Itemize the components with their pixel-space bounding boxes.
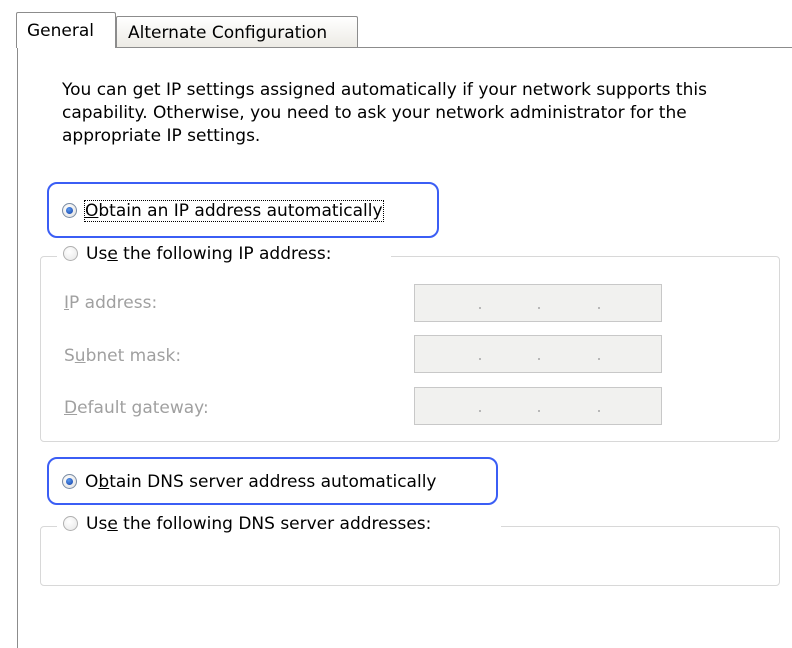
ip-address-field[interactable] [414,284,662,322]
octet-separator [479,358,481,360]
obtain-ip-automatically-label: Obtain an IP address automatically [84,200,384,222]
octet-separator [538,358,540,360]
octet-separator [598,307,600,309]
obtain-dns-automatically-label: Obtain DNS server address automatically [85,472,437,492]
radio-button-unchecked [63,516,78,531]
use-following-ip-label: Use the following IP address: [86,244,332,264]
use-following-dns-radio[interactable]: Use the following DNS server addresses: [57,514,501,538]
default-gateway-label: Default gateway: [64,398,209,418]
intro-text: You can get IP settings assigned automat… [62,80,707,146]
radio-button-unchecked [63,246,78,261]
default-gateway-field[interactable] [414,387,662,425]
subnet-mask-field[interactable] [414,335,662,373]
use-following-dns-label: Use the following DNS server addresses: [86,514,432,534]
radio-button-checked [62,203,77,218]
octet-separator [538,410,540,412]
octet-separator [479,307,481,309]
octet-separator [598,410,600,412]
tab-alternate-configuration-label: Alternate Configuration [128,23,328,43]
radio-button-checked [62,474,77,489]
octet-separator [479,410,481,412]
ip-address-label: IP address: [64,293,158,313]
tab-alternate-configuration[interactable]: Alternate Configuration [116,16,358,48]
use-following-ip-radio[interactable]: Use the following IP address: [57,244,391,268]
subnet-mask-label: Subnet mask: [64,346,182,366]
octet-separator [538,307,540,309]
tab-general[interactable]: General [16,12,116,48]
tab-general-label: General [27,21,94,41]
octet-separator [598,358,600,360]
